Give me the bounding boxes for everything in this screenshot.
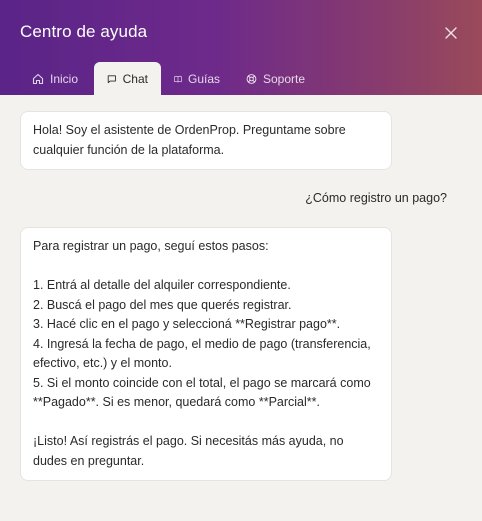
tab-chat-label: Chat bbox=[122, 71, 148, 86]
tab-bar: Inicio Chat Guías Soporte bbox=[20, 62, 318, 95]
help-center-panel: Centro de ayuda Inicio Chat Guías Soport… bbox=[0, 0, 482, 521]
home-icon bbox=[32, 73, 44, 84]
message-line: 4. Ingresá la fecha de pago, el medio de… bbox=[33, 336, 371, 351]
book-icon bbox=[174, 75, 182, 82]
tab-inicio[interactable]: Inicio bbox=[20, 62, 94, 95]
header: Centro de ayuda Inicio Chat Guías Soport… bbox=[0, 0, 482, 95]
message-line: ¡Listo! Así registrás el pago. Si necesi… bbox=[33, 434, 344, 448]
message-line: 2. Buscá el pago del mes que querés regi… bbox=[33, 297, 292, 312]
chat-icon bbox=[107, 74, 116, 83]
lifebuoy-icon bbox=[246, 73, 257, 84]
message-line: efectivo, etc.) y el monto. bbox=[33, 356, 172, 370]
tab-inicio-label: Inicio bbox=[50, 71, 79, 86]
panel-title: Centro de ayuda bbox=[20, 22, 148, 41]
message-line: Hola! Soy el asistente de OrdenProp. Pre… bbox=[33, 123, 346, 137]
message-line: 5. Si el monto coincide con el total, el… bbox=[33, 375, 371, 390]
message-line: Para registrar un pago, seguí estos paso… bbox=[33, 239, 269, 253]
close-icon bbox=[445, 27, 457, 39]
message-line: 1. Entrá al detalle del alquiler corresp… bbox=[33, 278, 291, 292]
message-line: dudes en preguntar. bbox=[33, 453, 145, 468]
message-line: cualquier función de la plataforma. bbox=[33, 142, 225, 157]
tab-soporte-label: Soporte bbox=[262, 71, 305, 86]
chat-messages[interactable]: Hola! Soy el asistente de OrdenProp. Pre… bbox=[0, 95, 482, 521]
tab-guias[interactable]: Guías bbox=[161, 62, 233, 95]
tab-chat[interactable]: Chat bbox=[94, 62, 161, 95]
close-button[interactable] bbox=[440, 22, 462, 44]
tab-guias-label: Guías bbox=[187, 71, 220, 86]
message-line: 3. Hacé clic en el pago y seleccioná **R… bbox=[33, 317, 341, 331]
bot-message-answer: Para registrar un pago, seguí estos paso… bbox=[20, 227, 392, 481]
tab-soporte[interactable]: Soporte bbox=[233, 62, 318, 95]
message-line: **Pagado**. Si es menor, quedará como **… bbox=[33, 395, 320, 409]
user-message: ¿Cómo registro un pago? bbox=[305, 191, 447, 205]
bot-message-greeting: Hola! Soy el asistente de OrdenProp. Pre… bbox=[20, 111, 392, 170]
